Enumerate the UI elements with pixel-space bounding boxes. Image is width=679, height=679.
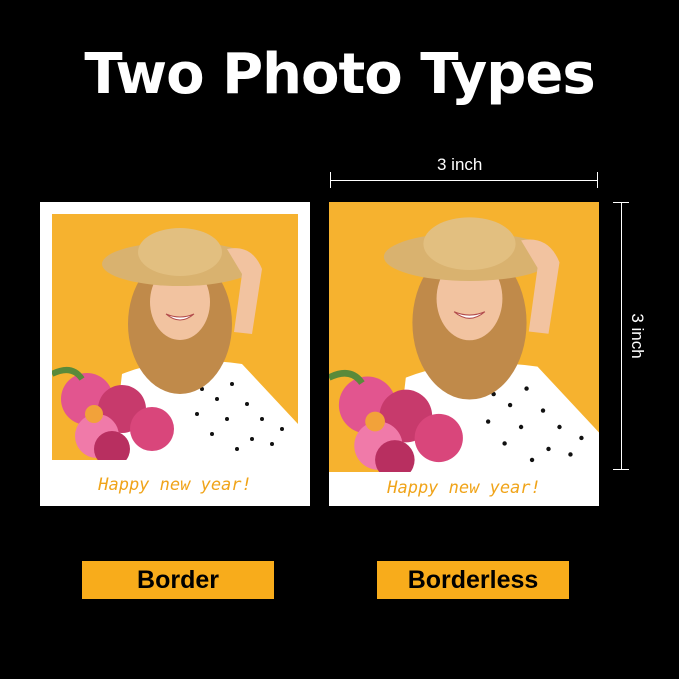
height-dimension-tick-bottom	[613, 469, 629, 470]
border-photo-image	[52, 214, 298, 460]
height-dimension-label: 3 inch	[628, 313, 647, 359]
border-label: Border	[82, 561, 274, 599]
border-photo-caption: Happy new year!	[98, 475, 252, 495]
borderless-label: Borderless	[377, 561, 569, 599]
borderless-photo-image	[329, 202, 599, 472]
width-dimension-label: 3 inch	[437, 155, 483, 174]
height-dimension-line	[621, 202, 622, 470]
page-title: Two Photo Types	[84, 42, 595, 107]
width-dimension-tick-left	[330, 172, 331, 188]
border-photo-card: Happy new year!	[40, 202, 310, 506]
borderless-photo-caption: Happy new year!	[387, 478, 541, 498]
borderless-photo-card: Happy new year!	[329, 202, 599, 506]
height-dimension-tick-top	[613, 202, 629, 203]
width-dimension-tick-right	[597, 172, 598, 188]
width-dimension-line	[330, 180, 598, 181]
